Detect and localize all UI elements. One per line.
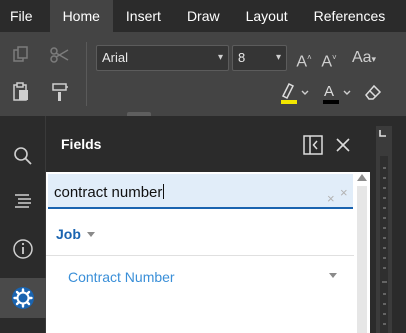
info-rail-button[interactable]: [0, 229, 46, 269]
field-search-input[interactable]: contract number × ×: [48, 174, 353, 209]
scroll-up-icon[interactable]: [357, 174, 367, 181]
text-cursor: [163, 184, 165, 199]
left-rail: [0, 116, 46, 333]
info-icon: [13, 239, 33, 259]
vertical-ruler: [376, 126, 392, 333]
gear-icon: [12, 287, 34, 309]
panel-scrollbar[interactable]: [354, 172, 370, 333]
font-size-value: 8: [238, 50, 246, 65]
paste-icon[interactable]: [10, 82, 32, 107]
toolbar-separator: [86, 42, 87, 106]
font-name-select[interactable]: Arial ▾: [96, 45, 229, 71]
menu-draw[interactable]: Draw: [174, 0, 233, 32]
chevron-down-icon: ▾: [217, 52, 223, 63]
menu-bar: File Home Insert Draw Layout References: [0, 0, 406, 32]
eraser-icon[interactable]: [362, 82, 384, 107]
shrink-font-icon[interactable]: A˅: [318, 48, 340, 72]
field-contract-number[interactable]: Contract Number: [68, 269, 175, 285]
divider: [46, 255, 354, 256]
grow-font-icon[interactable]: A˄: [293, 48, 315, 72]
font-color-icon[interactable]: A: [320, 81, 354, 110]
ribbon-toolbar: Arial ▾ 8 ▾ A˄ A˅ Aa▾ B I U S A2 A2 A: [0, 32, 406, 136]
search-input-text: contract number: [54, 184, 165, 201]
svg-text:A: A: [324, 83, 334, 100]
menu-layout[interactable]: Layout: [233, 0, 301, 32]
copy-icon[interactable]: [10, 46, 32, 69]
chevron-down-icon[interactable]: [87, 232, 95, 237]
navigation-rail-button[interactable]: [0, 181, 46, 221]
change-case-icon[interactable]: Aa▾: [346, 48, 382, 69]
font-size-select[interactable]: 8 ▾: [232, 45, 287, 71]
format-painter-icon[interactable]: [49, 82, 71, 107]
menu-home[interactable]: Home: [49, 0, 113, 32]
search-icon: [14, 147, 32, 165]
cut-icon[interactable]: [49, 46, 71, 69]
clear-search-icon[interactable]: ×: [327, 191, 335, 206]
search-rail-button[interactable]: [0, 136, 46, 176]
group-job[interactable]: Job: [56, 226, 81, 242]
fields-panel-header: Fields: [46, 116, 370, 172]
menu-insert[interactable]: Insert: [113, 0, 174, 32]
clear-search-icon[interactable]: ×: [340, 185, 348, 200]
fields-panel-body: contract number × × Job Contract Number: [46, 172, 370, 333]
panel-title: Fields: [61, 136, 102, 152]
highlight-color-icon[interactable]: [278, 81, 312, 110]
chevron-down-icon: ▾: [275, 52, 281, 63]
document-ruler-area: [370, 116, 406, 333]
close-icon[interactable]: [335, 137, 351, 158]
list-icon: [15, 194, 31, 208]
dock-panel-icon[interactable]: [302, 134, 324, 161]
menu-references[interactable]: References: [301, 0, 399, 32]
chevron-down-icon[interactable]: [329, 273, 337, 278]
menu-file[interactable]: File: [0, 0, 50, 32]
font-name-value: Arial: [102, 50, 129, 65]
scroll-track[interactable]: [357, 186, 367, 333]
fields-rail-button[interactable]: [0, 278, 46, 318]
